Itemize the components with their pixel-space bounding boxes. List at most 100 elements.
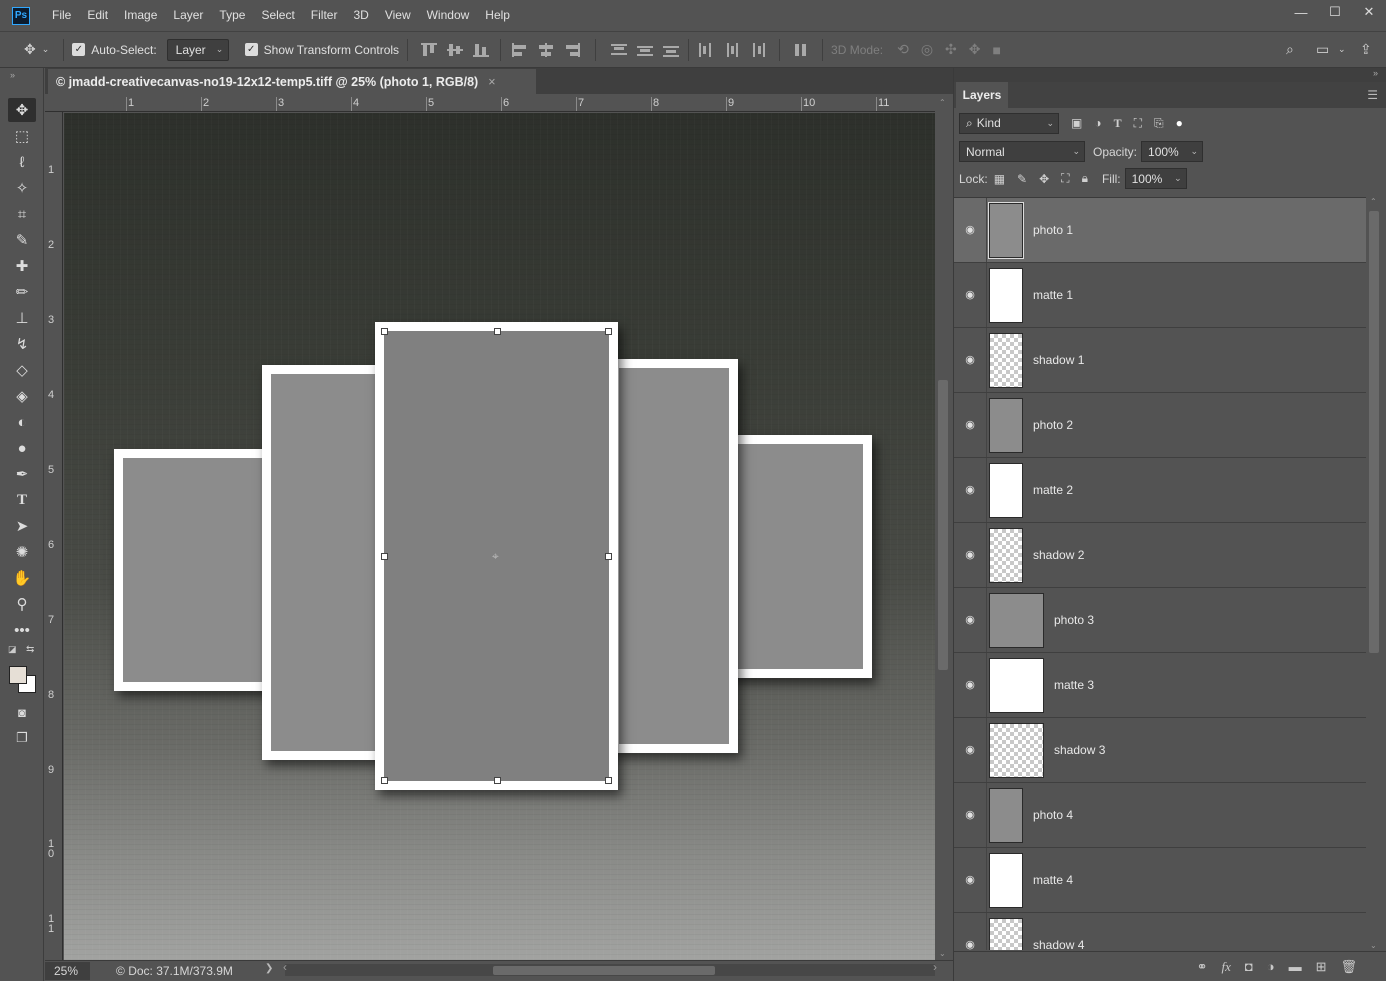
vertical-ruler[interactable]: 1 2 3 4 5 6 7 8 9 1 0 1 1 [45, 112, 63, 960]
quick-mask-icon[interactable]: ◙ [8, 700, 36, 724]
transform-handle-bottom-left[interactable] [381, 777, 388, 784]
visibility-eye-icon[interactable]: ◉ [963, 873, 977, 887]
lock-all-icon[interactable]: 🔒︎ [1082, 171, 1088, 186]
trash-icon[interactable]: 🗑︎ [1340, 959, 1357, 975]
menu-help[interactable]: Help [477, 0, 518, 31]
lock-position-icon[interactable]: ✥ [1039, 172, 1049, 186]
align-bottom-icon[interactable] [472, 42, 490, 58]
visibility-eye-icon[interactable]: ◉ [963, 743, 977, 757]
layer-name[interactable]: shadow 4 [1033, 938, 1084, 950]
minimize-button[interactable]: — [1284, 0, 1318, 24]
visibility-eye-icon[interactable]: ◉ [963, 808, 977, 822]
foreground-color-swatch[interactable] [9, 666, 27, 684]
visibility-eye-icon[interactable]: ◉ [963, 353, 977, 367]
filter-shape-icon[interactable]: ⛶ [1134, 116, 1142, 131]
crop-tool-icon[interactable]: ⌗ [8, 202, 36, 226]
layer-row[interactable]: ◉ photo 3 [954, 588, 1366, 653]
filter-kind-dropdown[interactable]: ⌕ Kind ⌄ [959, 112, 1059, 134]
layer-name[interactable]: photo 4 [1033, 808, 1073, 822]
history-brush-tool-icon[interactable]: ↯ [8, 332, 36, 356]
more-tools-icon[interactable]: ••• [8, 618, 36, 642]
align-left-icon[interactable] [511, 42, 529, 58]
layer-name[interactable]: photo 1 [1033, 223, 1073, 237]
menu-layer[interactable]: Layer [165, 0, 211, 31]
document-tab[interactable]: © jmadd-creativecanvas-no19-12x12-temp5.… [48, 69, 536, 94]
menu-window[interactable]: Window [419, 0, 478, 31]
distribute-top-icon[interactable] [610, 42, 628, 58]
layer-thumbnail[interactable] [989, 658, 1044, 713]
filter-pixel-icon[interactable]: ▣ [1071, 116, 1082, 130]
align-horizontal-center-icon[interactable] [537, 42, 555, 58]
layer-thumbnail[interactable] [988, 202, 1024, 259]
tab-layers[interactable]: Layers [956, 82, 1008, 108]
layer-name[interactable]: shadow 2 [1033, 548, 1084, 562]
show-transform-checkbox[interactable]: ✓ [244, 43, 258, 56]
collapse-panel-icon[interactable]: » [0, 68, 43, 96]
close-document-icon[interactable]: × [488, 75, 495, 89]
eyedropper-tool-icon[interactable]: ✎ [8, 228, 36, 252]
layer-thumbnail[interactable] [989, 333, 1023, 388]
default-colors-icon[interactable]: ◪ [8, 644, 17, 655]
move-tool-icon[interactable]: ✥ [24, 41, 36, 58]
hand-tool-icon[interactable]: ✋ [8, 566, 36, 590]
scroll-up-icon[interactable]: ⌃ [1370, 197, 1377, 206]
swap-colors-icon[interactable]: ⇆ [26, 644, 34, 655]
scroll-down-icon[interactable]: ⌄ [1370, 941, 1377, 950]
screen-mode-icon[interactable]: ❐ [8, 726, 36, 750]
layer-row[interactable]: ◉ photo 1 [954, 198, 1366, 263]
zoom-field[interactable]: 25% [45, 962, 90, 980]
layer-thumbnail[interactable] [989, 528, 1023, 583]
layer-row[interactable]: ◉ matte 4 [954, 848, 1366, 913]
menu-edit[interactable]: Edit [79, 0, 116, 31]
lock-artboard-icon[interactable]: ⛶ [1061, 171, 1069, 186]
distribute-left-icon[interactable] [697, 42, 715, 58]
canvas-vertical-scroll-thumb[interactable] [938, 380, 948, 670]
menu-view[interactable]: View [377, 0, 419, 31]
layer-name[interactable]: matte 2 [1033, 483, 1073, 497]
fx-icon[interactable]: fx [1221, 959, 1230, 975]
layer-thumbnail[interactable] [989, 268, 1023, 323]
layer-row[interactable]: ◉ matte 1 [954, 263, 1366, 328]
link-layers-icon[interactable]: ⚭ [1197, 959, 1208, 975]
new-layer-icon[interactable]: ⊞ [1316, 959, 1327, 975]
scroll-down-icon[interactable]: ⌄ [939, 949, 946, 958]
layer-name[interactable]: photo 2 [1033, 418, 1073, 432]
marquee-tool-icon[interactable]: ⬚ [8, 124, 36, 148]
status-menu-arrow-icon[interactable]: ❯ [265, 963, 273, 974]
menu-3d[interactable]: 3D [345, 0, 376, 31]
fill-field[interactable]: 100% ⌄ [1124, 168, 1187, 189]
folder-icon[interactable]: ▬ [1289, 959, 1302, 974]
blur-tool-icon[interactable]: ◐ [8, 410, 36, 434]
document-info[interactable]: © Doc: 37.1M/373.9M [116, 964, 233, 978]
add-mask-icon[interactable]: ◘ [1245, 959, 1253, 974]
transform-handle-top[interactable] [494, 328, 501, 335]
visibility-eye-icon[interactable]: ◉ [963, 223, 977, 237]
transform-handle-bottom[interactable] [494, 777, 501, 784]
layer-row[interactable]: ◉ photo 4 [954, 783, 1366, 848]
transform-handle-top-left[interactable] [381, 328, 388, 335]
menu-type[interactable]: Type [211, 0, 253, 31]
clone-stamp-tool-icon[interactable]: ⊥ [8, 306, 36, 330]
dodge-tool-icon[interactable]: ● [8, 436, 36, 460]
collapse-dock-icon[interactable]: » [1373, 68, 1378, 78]
layer-name[interactable]: matte 3 [1054, 678, 1094, 692]
frame-photo-3-right[interactable] [729, 435, 872, 678]
layer-thumbnail[interactable] [989, 918, 1023, 950]
menu-select[interactable]: Select [253, 0, 302, 31]
lock-transparent-pixels-icon[interactable]: ▦ [994, 172, 1005, 186]
layer-row[interactable]: ◉ shadow 1 [954, 328, 1366, 393]
filter-toggle-icon[interactable]: ● [1176, 116, 1183, 130]
distribute-vertical-center-icon[interactable] [636, 42, 654, 58]
adjustment-layer-icon[interactable]: ◑ [1267, 959, 1275, 974]
close-button[interactable]: ✕ [1352, 0, 1386, 24]
layer-thumbnail[interactable] [989, 788, 1023, 843]
layer-row[interactable]: ◉ shadow 3 [954, 718, 1366, 783]
layer-row[interactable]: ◉ matte 2 [954, 458, 1366, 523]
auto-align-icon[interactable] [792, 42, 810, 58]
zoom-tool-icon[interactable]: ⚲ [8, 592, 36, 616]
distribute-right-icon[interactable] [749, 42, 767, 58]
layer-row[interactable]: ◉ matte 3 [954, 653, 1366, 718]
healing-brush-tool-icon[interactable]: ✚ [8, 254, 36, 278]
layer-name[interactable]: photo 3 [1054, 613, 1094, 627]
3d-slide-icon[interactable]: ✥ [969, 41, 981, 58]
